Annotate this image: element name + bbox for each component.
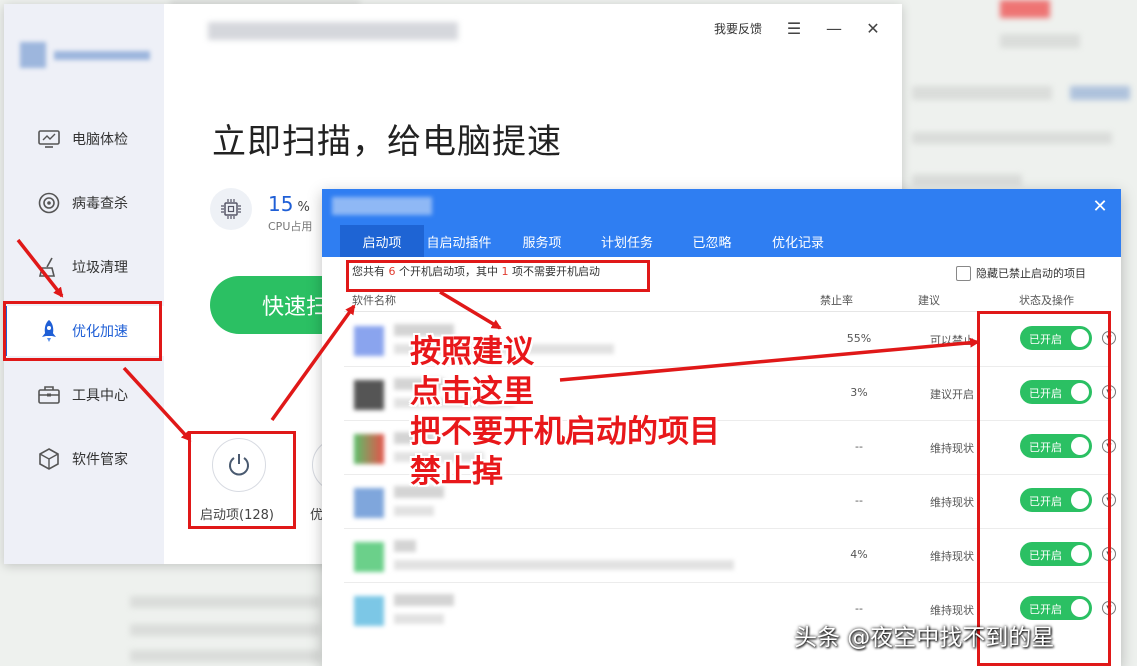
dialog-close-icon[interactable]: ✕ <box>1089 195 1111 217</box>
toolbox-icon <box>36 382 62 408</box>
sidebar-item-software-manager[interactable]: 软件管家 <box>4 434 164 484</box>
close-icon[interactable]: ✕ <box>861 16 885 40</box>
sidebar-item-virus-scan[interactable]: 病毒查杀 <box>4 178 164 228</box>
background-blur <box>912 86 1052 100</box>
app-icon <box>354 326 384 356</box>
background-blur <box>130 650 320 662</box>
tab-optimize-history[interactable]: 优化记录 <box>758 225 838 257</box>
disable-rate: 4% <box>850 548 868 561</box>
app-icon <box>354 434 384 464</box>
tab-startup-items[interactable]: 启动项 <box>340 225 424 257</box>
tab-scheduled-tasks[interactable]: 计划任务 <box>588 225 666 257</box>
callout-line: 把不要开机启动的项目 <box>410 414 720 450</box>
callout-line: 按照建议 <box>410 334 534 370</box>
app-icon <box>354 488 384 518</box>
app-path-blurred <box>394 560 734 570</box>
sidebar-item-label: 垃圾清理 <box>72 260 128 276</box>
app-icon <box>354 542 384 572</box>
background-blur <box>130 624 320 636</box>
sidebar-item-label: 病毒查杀 <box>72 196 128 212</box>
column-header-name: 软件名称 <box>352 294 396 307</box>
sidebar-item-junk-cleanup[interactable]: 垃圾清理 <box>4 242 164 292</box>
app-name-blurred <box>394 540 416 552</box>
background-blur <box>130 596 320 608</box>
background-blur <box>1000 34 1080 48</box>
app-icon <box>354 596 384 626</box>
column-header-suggestion: 建议 <box>918 294 940 307</box>
dialog-header: ✕ 启动项 自启动插件 服务项 计划任务 已忽略 优化记录 <box>322 189 1121 257</box>
sidebar: 电脑体检 病毒查杀 垃圾清理 优化加速 工具中心 软件管家 <box>4 4 164 564</box>
cpu-value: 15 <box>268 192 294 216</box>
disable-rate: -- <box>855 440 863 453</box>
tab-ignored[interactable]: 已忽略 <box>678 225 746 257</box>
watermark: 头条 @夜空中找不到的星 <box>794 625 1055 651</box>
disable-rate: 3% <box>850 386 868 399</box>
callout-line: 点击这里 <box>410 374 534 410</box>
background-blur <box>1000 0 1050 18</box>
sidebar-item-tool-center[interactable]: 工具中心 <box>4 370 164 420</box>
annotation-box-optimize <box>3 301 162 361</box>
tab-autostart-plugins[interactable]: 自启动插件 <box>416 225 502 257</box>
cube-icon <box>36 446 62 472</box>
feedback-link[interactable]: 我要反馈 <box>714 20 762 37</box>
disable-rate: -- <box>855 494 863 507</box>
checkbox-label: 隐藏已禁止启动的项目 <box>976 267 1086 280</box>
sidebar-item-label: 工具中心 <box>72 388 128 404</box>
app-icon <box>354 380 384 410</box>
minimize-icon[interactable]: — <box>822 16 846 40</box>
annotation-callout: 按照建议 点击这里 把不要开机启动的项目 禁止掉 <box>410 332 720 492</box>
annotation-box-startup <box>188 431 296 529</box>
app-path-blurred <box>394 614 444 624</box>
cpu-usage-label: CPU占用 <box>268 220 313 233</box>
target-icon <box>36 190 62 216</box>
cpu-icon <box>210 188 252 230</box>
app-logo <box>20 42 150 68</box>
sidebar-item-pc-checkup[interactable]: 电脑体检 <box>4 114 164 164</box>
annotation-box-toggles <box>977 311 1111 666</box>
disable-rate: -- <box>855 602 863 615</box>
dialog-title <box>332 197 432 215</box>
window-title <box>208 22 458 40</box>
background-blur <box>912 174 1022 186</box>
page-headline: 立即扫描，给电脑提速 <box>212 122 562 162</box>
app-path-blurred <box>394 506 434 516</box>
annotation-box-summary <box>346 260 650 292</box>
column-header-status: 状态及操作 <box>1019 294 1074 307</box>
sidebar-item-label: 软件管家 <box>72 452 128 468</box>
menu-icon[interactable]: ☰ <box>782 16 806 40</box>
hide-disabled-checkbox[interactable]: 隐藏已禁止启动的项目 <box>956 265 1086 281</box>
cpu-usage-value: 15% <box>268 192 310 216</box>
broom-icon <box>36 254 62 280</box>
column-header-rate: 禁止率 <box>820 294 853 307</box>
monitor-icon <box>36 126 62 152</box>
cpu-unit: % <box>297 200 310 215</box>
checkbox-box[interactable] <box>956 265 971 281</box>
callout-line: 禁止掉 <box>410 454 503 490</box>
app-name-blurred <box>394 594 454 606</box>
background-blur <box>1070 86 1130 100</box>
tab-services[interactable]: 服务项 <box>508 225 576 257</box>
sidebar-item-label: 电脑体检 <box>72 132 128 148</box>
disable-rate: 55% <box>846 332 872 345</box>
background-blur <box>912 132 1112 144</box>
